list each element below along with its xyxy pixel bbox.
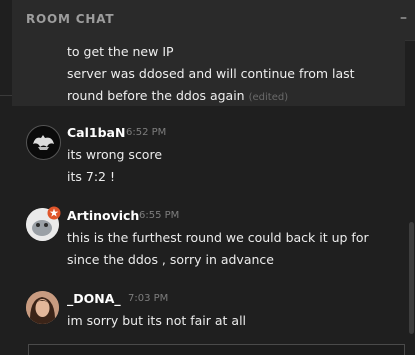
message-input[interactable] bbox=[28, 344, 405, 355]
chat-title: ROOM CHAT bbox=[26, 12, 115, 26]
message-text: server was ddosed and will continue from… bbox=[67, 66, 355, 81]
message-text: this is the furthest round we could back… bbox=[67, 230, 369, 245]
timestamp: 6:55 PM bbox=[139, 210, 180, 221]
message-text: to get the new IP bbox=[67, 44, 174, 59]
skull-logo-icon bbox=[28, 127, 59, 158]
list-item: to get the new IP server was ddosed and … bbox=[12, 40, 405, 106]
message-text: im sorry but its not fair at all bbox=[67, 313, 247, 328]
username[interactable]: Artinovich bbox=[67, 208, 139, 223]
message-text: round before the ddos again (edited) bbox=[67, 88, 288, 103]
list-item: _DONA_ 7:03 PM im sorry but its not fair… bbox=[12, 289, 405, 335]
username[interactable]: Cal1baN bbox=[67, 125, 125, 140]
chat-header: ROOM CHAT – bbox=[12, 0, 415, 41]
message-text: its 7:2 ! bbox=[67, 169, 115, 184]
badge-icon bbox=[47, 206, 61, 220]
minimize-icon[interactable]: – bbox=[400, 10, 407, 26]
woman-photo-icon bbox=[26, 291, 59, 324]
username[interactable]: _DONA_ bbox=[67, 291, 121, 306]
timestamp: 7:03 PM bbox=[128, 293, 169, 304]
chat-message-list[interactable]: to get the new IP server was ddosed and … bbox=[12, 40, 415, 344]
message-text: its wrong score bbox=[67, 147, 163, 162]
edited-label: (edited) bbox=[248, 92, 289, 103]
timestamp: 6:52 PM bbox=[126, 127, 167, 138]
list-item: Cal1baN 6:52 PM its wrong score its 7:2 … bbox=[12, 123, 405, 185]
scrollbar[interactable] bbox=[409, 222, 414, 334]
message-text: since the ddos , sorry in advance bbox=[67, 252, 274, 267]
divider bbox=[0, 95, 12, 96]
avatar[interactable] bbox=[26, 125, 61, 160]
message-text-part: round before the ddos again bbox=[67, 88, 245, 103]
list-item: Artinovich 6:55 PM this is the furthest … bbox=[12, 206, 405, 268]
avatar[interactable] bbox=[26, 291, 59, 324]
